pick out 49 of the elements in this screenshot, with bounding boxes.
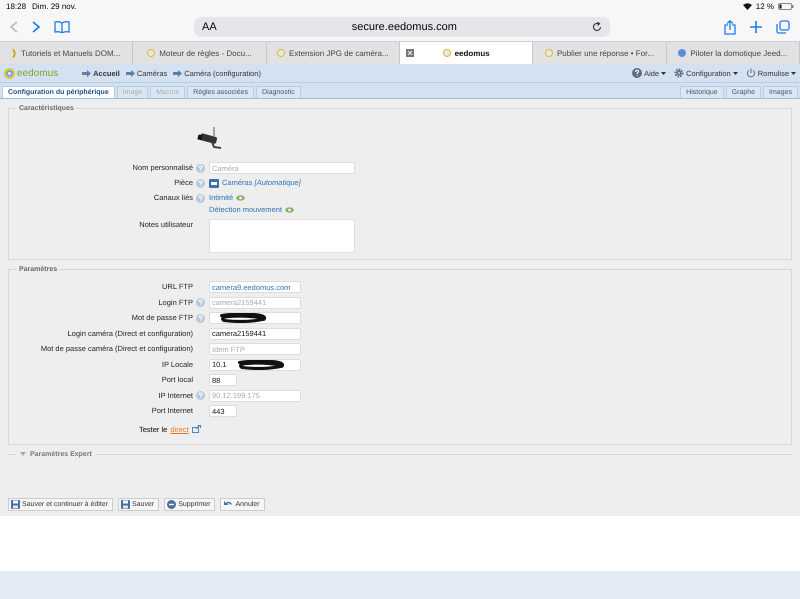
site-logo-icon xyxy=(12,48,18,58)
logo-icon xyxy=(4,68,15,78)
back-icon[interactable] xyxy=(10,21,18,33)
camera-room-icon xyxy=(209,178,219,188)
address-bar[interactable]: AA secure.eedomus.com xyxy=(194,17,610,37)
site-logo-icon xyxy=(277,49,286,57)
notes-field[interactable] xyxy=(209,219,355,253)
logo-text: eedomus xyxy=(17,68,58,78)
input-field[interactable] xyxy=(209,312,301,324)
help-icon[interactable] xyxy=(196,164,205,172)
book-icon[interactable] xyxy=(54,21,70,33)
browser-tab[interactable]: eedomus xyxy=(400,42,534,64)
date: Dim. 29 nov. xyxy=(32,2,76,11)
camera-icon xyxy=(197,126,223,152)
eye-icon[interactable] xyxy=(236,195,246,201)
help-icon[interactable] xyxy=(196,298,205,307)
undo-arrow-icon xyxy=(223,500,234,508)
site-logo-icon xyxy=(442,49,451,57)
arrow-icon xyxy=(126,70,135,76)
arrow-icon xyxy=(173,70,182,76)
wifi-icon xyxy=(742,3,752,10)
help-icon xyxy=(632,68,642,78)
battery-percent: 12 % xyxy=(756,2,774,11)
help-icon[interactable] xyxy=(196,391,205,400)
url-text: secure.eedomus.com xyxy=(350,21,458,33)
site-logo-icon xyxy=(544,49,553,57)
share-icon[interactable] xyxy=(724,20,736,34)
clock: 18:28 xyxy=(6,2,26,11)
site-logo-icon xyxy=(147,49,156,57)
arrow-icon xyxy=(82,70,92,76)
help-icon[interactable] xyxy=(196,314,205,322)
battery-icon xyxy=(778,3,794,10)
expand-arrow-icon[interactable] xyxy=(20,452,26,456)
text-size-button[interactable]: AA xyxy=(202,21,217,33)
help-icon[interactable] xyxy=(196,178,205,188)
forward-icon[interactable] xyxy=(32,21,40,33)
close-icon[interactable] xyxy=(406,49,414,57)
power-icon xyxy=(746,68,756,78)
help-icon[interactable] xyxy=(196,194,205,202)
external-link-icon[interactable] xyxy=(192,425,201,433)
reload-icon[interactable] xyxy=(592,22,602,32)
eye-icon[interactable] xyxy=(284,207,294,213)
caret-icon[interactable] xyxy=(732,72,738,74)
tabs-icon[interactable] xyxy=(776,20,790,34)
minus-circle-icon xyxy=(167,500,176,508)
plus-icon[interactable] xyxy=(750,21,762,33)
caret-icon[interactable] xyxy=(661,72,666,74)
caret-icon[interactable] xyxy=(791,72,796,74)
settings-icon xyxy=(674,68,684,78)
